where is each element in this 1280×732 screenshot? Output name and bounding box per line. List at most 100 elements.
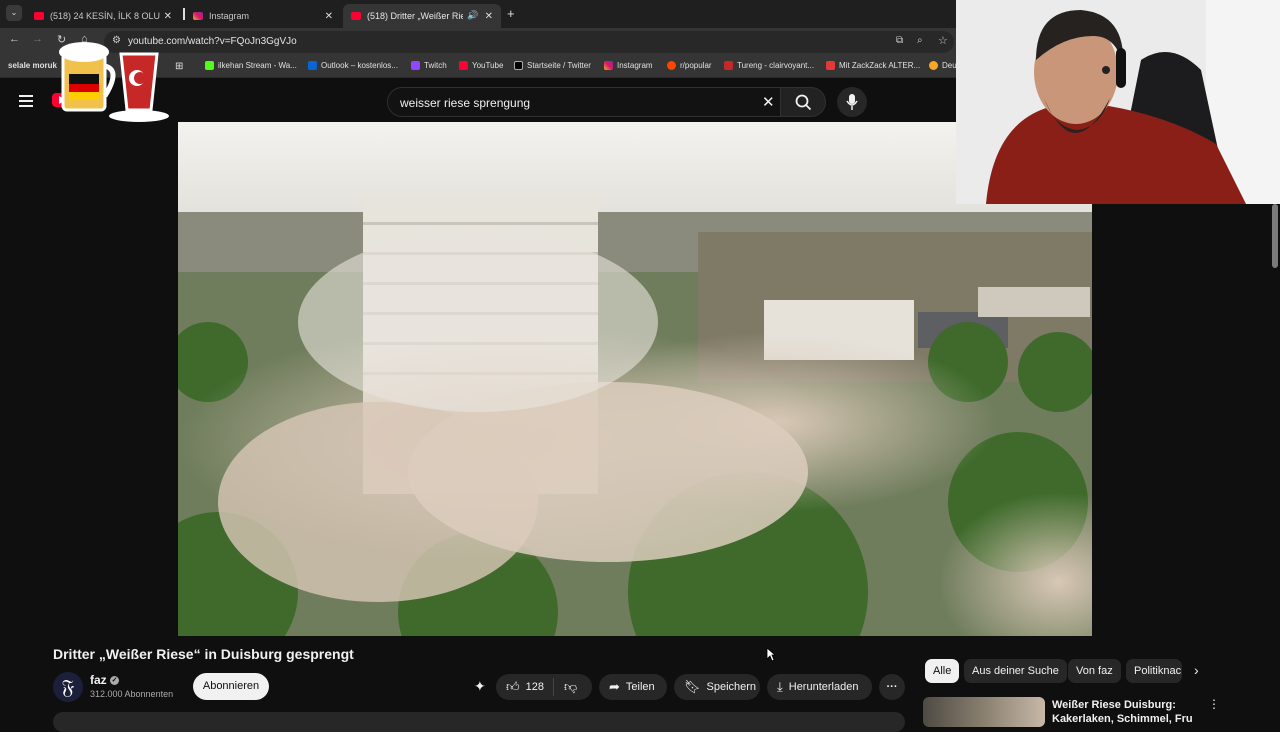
thumbs-down-icon: 👎︎: [564, 679, 578, 694]
address-bar[interactable]: ⚙ youtube.com/watch?v=FQoJn3GgVJo ⧉ ⌕ ☆: [104, 31, 954, 53]
sparkle-icon[interactable]: ✦: [474, 678, 486, 695]
video-title: Dritter „Weißer Riese“ in Duisburg gespr…: [53, 646, 354, 662]
beer-tea-sticker: [59, 42, 169, 122]
bookmark-label: r/popular: [680, 61, 712, 70]
bookmark-label: Startseite / Twitter: [527, 61, 591, 70]
search-button[interactable]: [780, 87, 826, 117]
bookmark-reddit[interactable]: r/popular: [667, 61, 712, 70]
share-icon: ➦: [609, 679, 620, 694]
forward-icon[interactable]: →: [32, 33, 43, 45]
bookmark-youtube[interactable]: YouTube: [459, 61, 503, 70]
share-button[interactable]: ➦ Teilen: [599, 674, 667, 700]
chip-from-your-search[interactable]: Aus deiner Suche: [964, 659, 1067, 683]
outlook-icon: [308, 61, 317, 70]
download-label: Herunterladen: [788, 681, 859, 693]
clear-search-icon[interactable]: ✕: [762, 93, 775, 111]
youtube-icon: [459, 61, 468, 70]
reddit-icon: [667, 61, 676, 70]
bookmark-icon: 🔖︎: [684, 679, 701, 694]
twitch-icon: [411, 61, 420, 70]
bookmark-label: YouTube: [472, 61, 504, 70]
install-app-icon[interactable]: ⧉: [896, 35, 903, 46]
chevron-right-icon[interactable]: ›: [1194, 662, 1199, 678]
chip-politics[interactable]: Politiknac: [1126, 659, 1182, 683]
microphone-icon: [846, 94, 858, 110]
bookmark-label: Instagram: [617, 61, 653, 70]
more-actions-button[interactable]: ···: [879, 674, 905, 700]
bookmark-label: ilkehan Stream - Wa...: [218, 61, 297, 70]
bookmark-label: Outlook – kostenlos...: [321, 61, 398, 70]
bookmark-outlook[interactable]: Outlook – kostenlos...: [308, 61, 398, 70]
like-button[interactable]: 👍︎ 128: [496, 678, 554, 696]
back-icon[interactable]: ←: [9, 33, 20, 45]
save-label: Speichern: [706, 681, 757, 693]
tab-title: (518) Dritter „Weißer Riese“: [367, 11, 463, 21]
bookmark-deu[interactable]: Deu: [929, 61, 957, 70]
like-count: 128: [525, 681, 544, 693]
close-icon[interactable]: ✕: [485, 11, 493, 22]
tab-title: Instagram: [209, 11, 250, 21]
search-icon: [795, 94, 812, 111]
save-button[interactable]: 🔖︎ Speichern: [674, 674, 760, 700]
search-input[interactable]: weisser riese sprengung ✕: [387, 87, 787, 117]
bookmark-selale-moruk[interactable]: selale moruk: [8, 61, 57, 70]
bookmark-label: Deu: [942, 61, 957, 70]
share-label: Teilen: [625, 681, 655, 693]
youtube-icon: [34, 12, 44, 20]
bookmark-label: selale moruk: [8, 61, 57, 70]
search-query-text: weisser riese sprengung: [400, 96, 531, 110]
more-vertical-icon[interactable]: ⋮: [1208, 697, 1220, 711]
recommendation-title-line: Weißer Riese Duisburg:: [1052, 699, 1176, 711]
tureng-icon: [724, 61, 733, 70]
bookmark-label: Tureng - clairvoyant...: [737, 61, 815, 70]
new-tab-button[interactable]: +: [507, 6, 515, 21]
verified-icon: ✓: [110, 676, 120, 686]
recommendation-thumbnail[interactable]: [923, 697, 1045, 727]
like-dislike-group: 👍︎ 128 👎︎: [496, 674, 592, 700]
bookmark-twitch[interactable]: Twitch: [411, 61, 447, 70]
tab-title: (518) 24 KESİN, İLK 8 OLUR MU: [50, 11, 160, 21]
page-scrollbar[interactable]: [1272, 204, 1278, 268]
download-button[interactable]: ⤓ Herunterladen: [767, 674, 872, 700]
more-horizontal-icon: ···: [886, 681, 898, 693]
bookmark-kick[interactable]: ilkehan Stream - Wa...: [205, 61, 297, 70]
description-box[interactable]: [53, 712, 905, 732]
menu-icon[interactable]: [19, 95, 33, 107]
subscriber-count: 312.000 Abonnenten: [90, 689, 174, 699]
recommendation-title-line: Kakerlaken, Schimmel, Frust |: [1052, 713, 1192, 725]
zackzack-icon: [826, 61, 835, 70]
channel-name[interactable]: faz ✓: [90, 673, 120, 687]
browser-tab-1[interactable]: (518) 24 KESİN, İLK 8 OLUR MU ✕: [26, 4, 180, 28]
x-icon: [514, 61, 523, 70]
video-player[interactable]: [178, 122, 1092, 636]
streamer-figure: [956, 0, 1280, 204]
bookmark-twitter[interactable]: Startseite / Twitter: [514, 61, 591, 70]
chip-from-faz[interactable]: Von faz: [1068, 659, 1121, 683]
bookmark-tureng[interactable]: Tureng - clairvoyant...: [724, 61, 814, 70]
kick-icon: [205, 61, 214, 70]
bookmark-label: Mit ZackZack ALTER...: [839, 61, 921, 70]
apps-grid-icon[interactable]: ⊞: [175, 61, 183, 72]
bookmark-label: Twitch: [424, 61, 447, 70]
dislike-button[interactable]: 👎︎: [554, 679, 577, 695]
voice-search-button[interactable]: [837, 87, 867, 117]
youtube-icon: [351, 12, 361, 20]
tab-search-button[interactable]: ⌄: [6, 5, 22, 21]
bookmark-icon: [929, 61, 938, 70]
recommendation-title[interactable]: Weißer Riese Duisburg: Kakerlaken, Schim…: [1052, 698, 1192, 726]
mouse-cursor-icon: [766, 647, 776, 662]
browser-tab-2[interactable]: Instagram ✕: [185, 4, 341, 28]
youtube-header: weisser riese sprengung ✕: [0, 42, 956, 124]
close-icon[interactable]: ✕: [325, 11, 333, 22]
bookmark-instagram[interactable]: Instagram: [604, 61, 653, 70]
close-icon[interactable]: ✕: [164, 11, 172, 22]
thumbs-up-icon: 👍︎: [506, 679, 520, 694]
browser-tab-3[interactable]: (518) Dritter „Weißer Riese“ 🔊 ✕: [343, 4, 501, 28]
subscribe-button[interactable]: Abonnieren: [193, 673, 269, 700]
channel-avatar[interactable]: 𝔉: [53, 672, 83, 702]
bookmark-zackzack[interactable]: Mit ZackZack ALTER...: [826, 61, 920, 70]
speaker-icon[interactable]: 🔊: [467, 10, 478, 21]
bookmark-star-icon[interactable]: ☆: [938, 34, 948, 47]
zoom-icon[interactable]: ⌕: [917, 35, 923, 46]
chip-all[interactable]: Alle: [925, 659, 960, 683]
